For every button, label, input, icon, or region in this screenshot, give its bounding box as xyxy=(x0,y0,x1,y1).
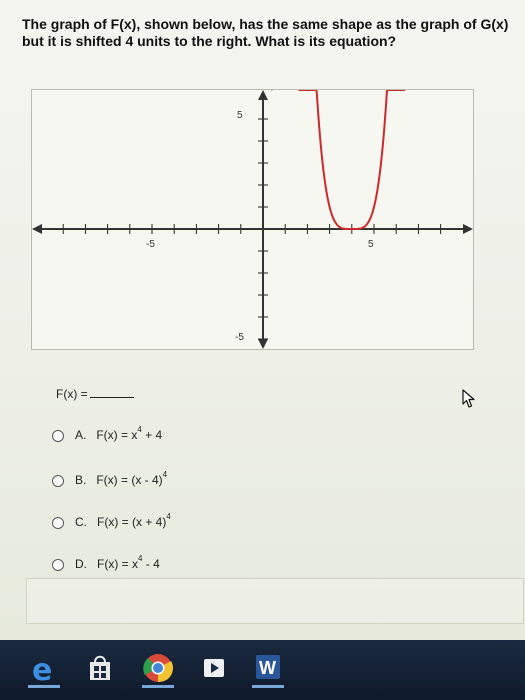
media-icon xyxy=(204,659,224,677)
radio-b[interactable] xyxy=(52,474,64,487)
option-c[interactable]: C. F(x) = (x + 4)4 xyxy=(52,512,171,530)
radio-a[interactable] xyxy=(52,429,64,442)
option-a-text: F(x) = x4 + 4 xyxy=(96,425,163,443)
answer-blank xyxy=(89,387,134,398)
answer-line: F(x) = xyxy=(56,387,134,401)
word-icon: W xyxy=(256,655,280,679)
chrome-button[interactable] xyxy=(140,650,176,688)
option-d[interactable]: D. F(x) = x4 - 4 xyxy=(52,554,160,572)
x-tick-label-neg5: -5 xyxy=(146,239,155,250)
word-icon-label: W xyxy=(259,658,276,678)
svg-text:e: e xyxy=(32,653,52,686)
x-axis-right-arrow xyxy=(463,224,473,234)
edge-button[interactable]: e xyxy=(26,650,62,688)
option-b-text: F(x) = (x - 4)4 xyxy=(96,470,168,488)
question-text: The graph of F(x), shown below, has the … xyxy=(22,16,509,49)
y-axis-name: y xyxy=(271,90,277,91)
store-button[interactable] xyxy=(82,650,118,686)
y-tick-label-5: 5 xyxy=(237,110,243,121)
option-a-letter: A. xyxy=(75,428,87,442)
radio-d[interactable] xyxy=(52,558,64,571)
edge-icon: e xyxy=(32,653,52,688)
option-c-text: F(x) = (x + 4)4 xyxy=(97,512,171,530)
graph-panel: y x -5 5 5 -5 xyxy=(31,89,474,350)
radio-c[interactable] xyxy=(52,516,64,529)
option-d-letter: D. xyxy=(75,557,87,571)
x-tick-label-5: 5 xyxy=(368,239,374,250)
y-tick-label-neg5: -5 xyxy=(235,332,244,343)
footer-panel xyxy=(26,578,524,624)
media-button[interactable] xyxy=(196,650,232,686)
option-b[interactable]: B. F(x) = (x - 4)4 xyxy=(52,470,168,488)
function-curve xyxy=(298,90,406,230)
word-button[interactable]: W xyxy=(250,650,286,688)
y-axis-up-arrow xyxy=(258,90,268,100)
taskbar: e W xyxy=(0,640,525,700)
answer-prompt: F(x) = xyxy=(56,387,88,401)
option-b-letter: B. xyxy=(75,473,87,487)
y-axis-down-arrow xyxy=(258,339,268,349)
mouse-cursor-icon xyxy=(462,389,475,408)
option-a[interactable]: A. F(x) = x4 + 4 xyxy=(52,425,163,443)
x-axis-left-arrow xyxy=(32,224,42,234)
store-icon xyxy=(90,655,110,680)
option-d-text: F(x) = x4 - 4 xyxy=(97,554,160,572)
browser-page: The graph of F(x), shown below, has the … xyxy=(0,0,525,640)
chrome-icon xyxy=(143,654,173,683)
coordinate-graph: y x -5 5 5 -5 xyxy=(32,90,473,349)
option-c-letter: C. xyxy=(75,515,87,529)
